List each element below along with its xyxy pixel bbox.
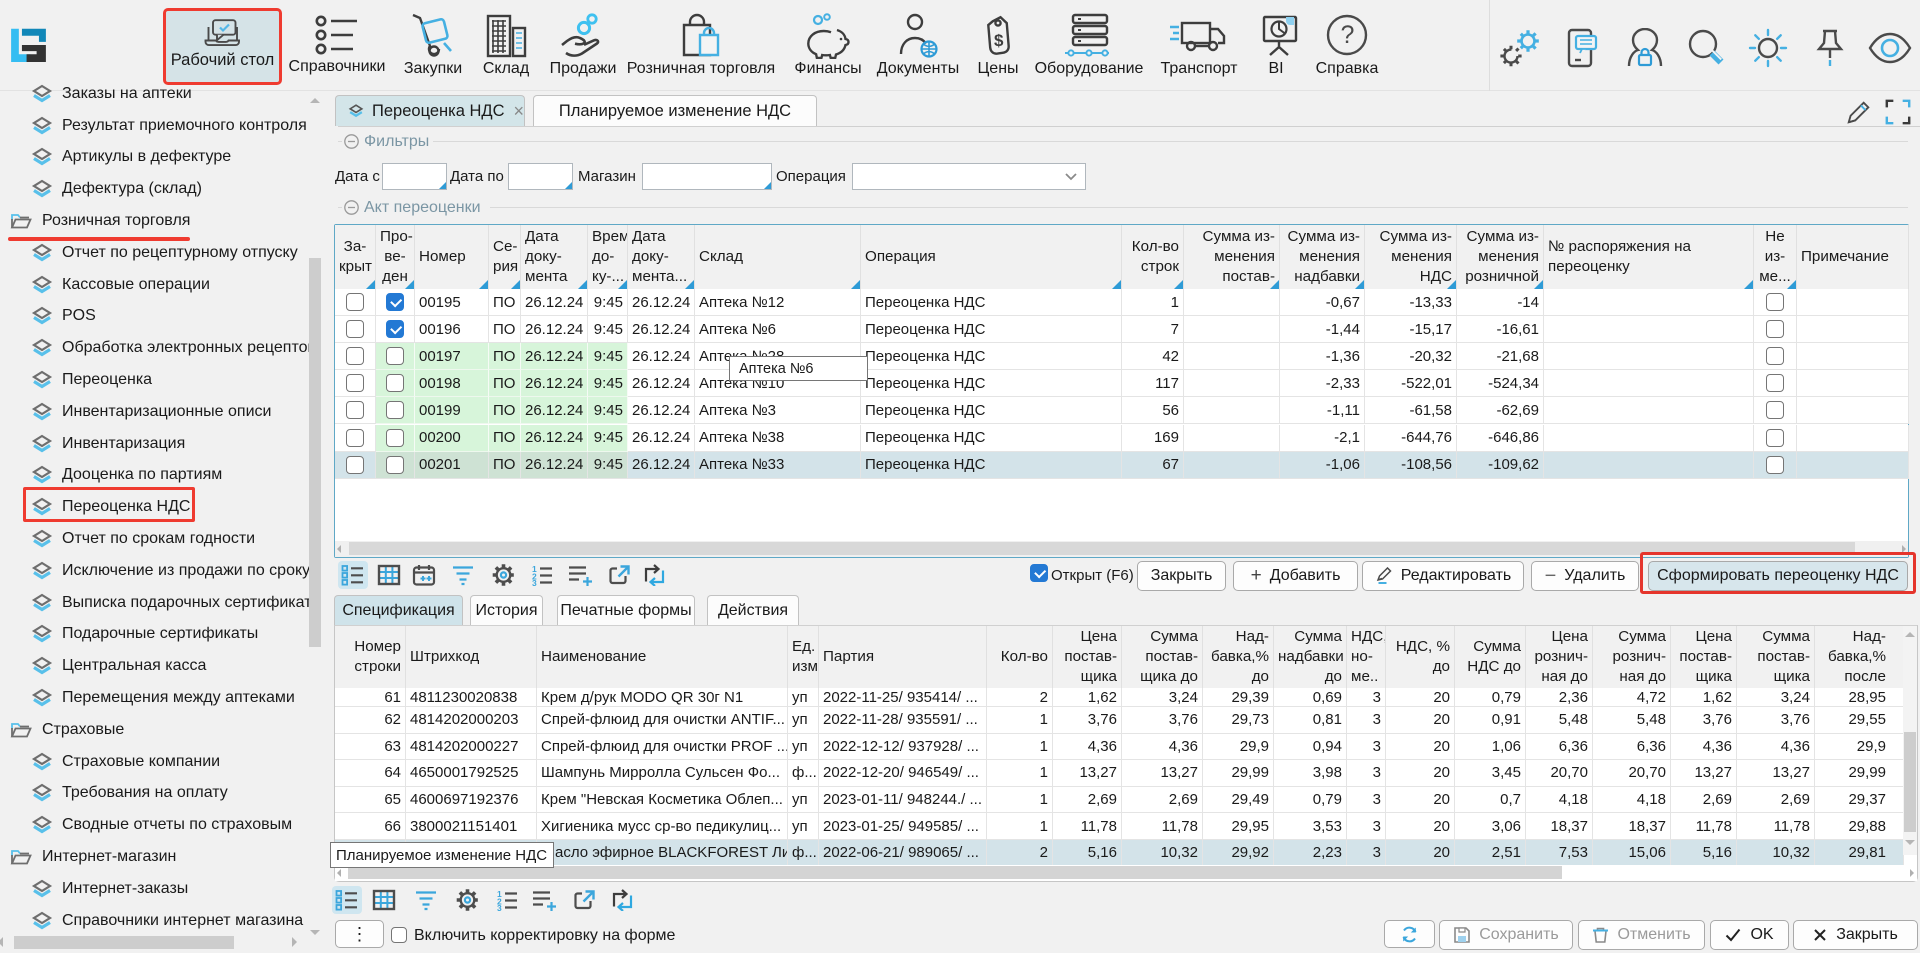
svg-text:3: 3 [532, 578, 537, 586]
svg-text:?: ? [1341, 21, 1355, 49]
svg-text:$: $ [994, 31, 1004, 50]
svg-text:3: 3 [497, 903, 502, 911]
